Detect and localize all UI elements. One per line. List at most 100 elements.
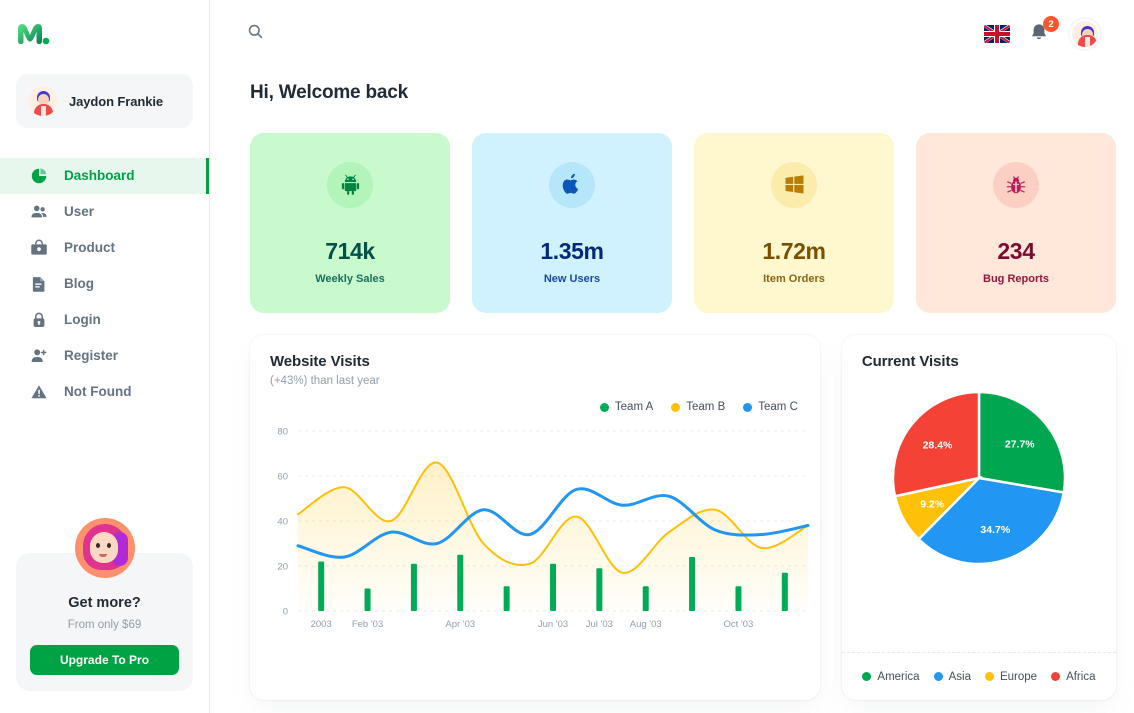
website-visits-svg: 0204060802003Feb '03Apr '03Jun '03Jul '0… — [250, 423, 828, 633]
main-content: 2 Hi, Welcome back — [210, 0, 1134, 713]
legend-swatch — [862, 672, 871, 681]
promo-subtitle: From only $69 — [30, 619, 179, 631]
current-visits-legend: America Asia Europe Africa — [842, 652, 1116, 700]
stat-card-bug-reports[interactable]: 234 Bug Reports — [916, 133, 1116, 313]
svg-text:20: 20 — [277, 562, 288, 573]
upgrade-to-pro-button[interactable]: Upgrade To Pro — [30, 645, 179, 675]
user-plus-icon — [28, 345, 50, 367]
svg-text:60: 60 — [277, 472, 288, 483]
pie-slice-label: 28.4% — [923, 440, 953, 452]
promo-title: Get more? — [30, 595, 179, 611]
sidebar-item-blog[interactable]: Blog — [0, 266, 209, 302]
pie-slice-label: 27.7% — [1005, 439, 1035, 451]
sidebar-item-label: Dashboard — [64, 169, 135, 183]
apple-icon — [549, 162, 595, 208]
pie-slice-label: 9.2% — [920, 499, 945, 511]
legend-item-team-a[interactable]: Team A — [600, 401, 653, 413]
legend-swatch — [671, 403, 680, 412]
legend-item-team-c[interactable]: Team C — [743, 401, 798, 413]
current-visits-pie-svg: 27.7% 34.7% 9.2% 28.4% — [891, 390, 1067, 566]
pie-slice-label: 34.7% — [980, 524, 1010, 536]
svg-text:0: 0 — [283, 607, 288, 618]
svg-text:Feb '03: Feb '03 — [352, 619, 383, 630]
stat-card-item-orders[interactable]: 1.72m Item Orders — [694, 133, 894, 313]
current-visits-panel: Current Visits 27.7%34.7%9.2%28.4% Ameri… — [842, 335, 1116, 700]
sidebar: Jaydon Frankie Dashboard — [0, 0, 210, 713]
logo-container[interactable] — [0, 0, 209, 68]
stat-card-weekly-sales[interactable]: 714k Weekly Sales — [250, 133, 450, 313]
legend-swatch — [1051, 672, 1060, 681]
sidebar-user-name: Jaydon Frankie — [69, 94, 163, 109]
legend-label: America — [877, 671, 919, 683]
svg-text:Apr '03: Apr '03 — [445, 619, 475, 630]
sidebar-item-register[interactable]: Register — [0, 338, 209, 374]
sidebar-item-login[interactable]: Login — [0, 302, 209, 338]
svg-text:80: 80 — [277, 427, 288, 438]
legend-item-asia[interactable]: Asia — [934, 671, 971, 683]
blog-document-icon — [28, 273, 50, 295]
stat-label: New Users — [544, 273, 600, 285]
lock-icon — [28, 309, 50, 331]
legend-label: Team C — [758, 401, 798, 413]
chart-panels: Website Visits (+43%) than last year Tea… — [210, 313, 1134, 700]
windows-icon — [771, 162, 817, 208]
search-icon — [247, 23, 264, 45]
app-root: Jaydon Frankie Dashboard — [0, 0, 1134, 713]
search-button[interactable] — [240, 19, 270, 49]
legend-label: Team B — [686, 401, 725, 413]
sidebar-item-label: Register — [64, 349, 118, 363]
sidebar-item-user[interactable]: User — [0, 194, 209, 230]
stat-value: 714k — [325, 238, 375, 265]
header-actions: 2 — [984, 19, 1100, 49]
stat-card-new-users[interactable]: 1.35m New Users — [472, 133, 672, 313]
stat-value: 234 — [997, 238, 1034, 265]
legend-swatch — [600, 403, 609, 412]
minimal-logo — [16, 20, 50, 48]
uk-flag-icon[interactable] — [984, 25, 1010, 43]
sidebar-item-product[interactable]: Product — [0, 230, 209, 266]
svg-text:Jul '03: Jul '03 — [586, 619, 613, 630]
sidebar-item-label: Product — [64, 241, 115, 255]
svg-text:2003: 2003 — [311, 619, 332, 630]
svg-text:Aug '03: Aug '03 — [630, 619, 662, 630]
sidebar-item-label: User — [64, 205, 94, 219]
legend-item-africa[interactable]: Africa — [1051, 671, 1095, 683]
stat-label: Weekly Sales — [315, 273, 385, 285]
sidebar-user-card[interactable]: Jaydon Frankie — [16, 74, 193, 128]
legend-swatch — [934, 672, 943, 681]
legend-item-america[interactable]: America — [862, 671, 919, 683]
stat-value: 1.35m — [540, 238, 603, 265]
sidebar-item-label: Login — [64, 313, 101, 327]
girl-avatar-illustration — [75, 518, 135, 578]
website-visits-chart: 0204060802003Feb '03Apr '03Jun '03Jul '0… — [250, 423, 828, 633]
stat-label: Item Orders — [763, 273, 825, 285]
account-avatar[interactable] — [1070, 19, 1100, 49]
sidebar-item-not-found[interactable]: Not Found — [0, 374, 209, 410]
svg-text:40: 40 — [277, 517, 288, 528]
website-visits-legend: Team A Team B Team C — [600, 401, 798, 413]
page-title: Hi, Welcome back — [210, 68, 1134, 104]
legend-label: Asia — [949, 671, 971, 683]
sidebar-item-dashboard[interactable]: Dashboard — [0, 158, 209, 194]
sidebar-nav: Dashboard User — [0, 158, 209, 410]
legend-item-team-b[interactable]: Team B — [671, 401, 725, 413]
stat-cards: 714k Weekly Sales 1.35m New Users — [210, 104, 1134, 313]
user-avatar — [28, 86, 58, 116]
notifications-button[interactable]: 2 — [1028, 22, 1052, 46]
dashboard-icon — [28, 165, 50, 187]
top-header: 2 — [210, 0, 1134, 68]
website-visits-title: Website Visits — [250, 335, 820, 370]
android-icon — [327, 162, 373, 208]
upgrade-promo-card: Get more? From only $69 Upgrade To Pro — [16, 553, 193, 691]
svg-text:Oct '03: Oct '03 — [724, 619, 754, 630]
legend-item-europe[interactable]: Europe — [985, 671, 1037, 683]
current-visits-pie: 27.7% 34.7% 9.2% 28.4% — [891, 390, 1067, 566]
notification-badge: 2 — [1043, 16, 1059, 32]
bell-icon — [1028, 31, 1050, 48]
legend-label: Africa — [1066, 671, 1095, 683]
legend-swatch — [985, 672, 994, 681]
bug-icon — [993, 162, 1039, 208]
stat-label: Bug Reports — [983, 273, 1049, 285]
legend-swatch — [743, 403, 752, 412]
website-visits-panel: Website Visits (+43%) than last year Tea… — [250, 335, 820, 700]
